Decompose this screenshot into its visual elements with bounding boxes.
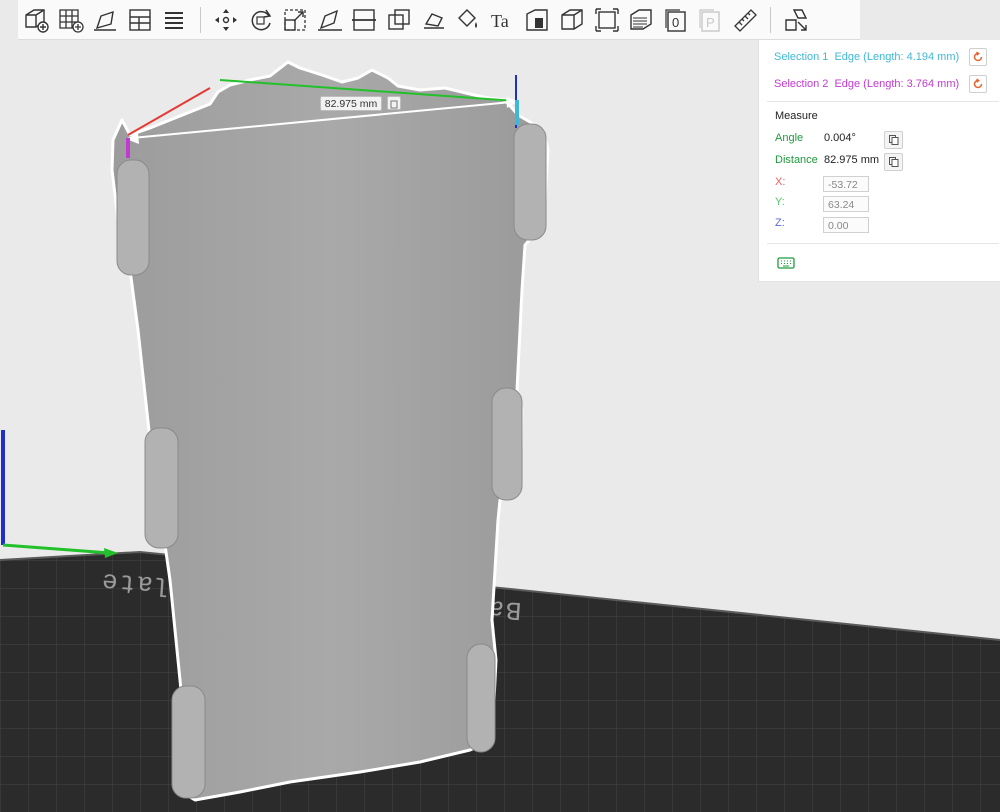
cut-icon	[352, 8, 377, 31]
model-tab	[144, 427, 179, 549]
add-object-icon	[25, 8, 49, 33]
y-label: Y:	[775, 196, 785, 208]
move-icon	[214, 8, 237, 31]
model-tab	[116, 159, 150, 276]
keyboard-icon	[777, 257, 795, 269]
measure-icon	[733, 8, 757, 32]
color-paint-button[interactable]	[452, 4, 484, 36]
main-toolbar: Ta 0 P	[18, 0, 860, 40]
copy-icon	[888, 135, 898, 145]
layout-button[interactable]	[124, 4, 156, 36]
assemble-view-button[interactable]	[780, 4, 812, 36]
toolbar-separator	[770, 6, 772, 33]
measure-panel: Selection 1 Edge (Length: 4.194 mm) Sele…	[758, 40, 1000, 282]
y-value-field[interactable]: 63.24	[823, 196, 869, 212]
layers-menu-button[interactable]	[158, 4, 190, 36]
zero-button[interactable]: 0	[660, 4, 692, 36]
copy-icon	[390, 100, 398, 109]
layout-icon	[129, 8, 151, 31]
panel-divider	[767, 243, 999, 244]
copy-distance-button[interactable]	[884, 153, 903, 171]
model-tab	[513, 123, 547, 241]
selection-1-row[interactable]: Selection 1 Edge (Length: 4.194 mm)	[774, 47, 959, 67]
assembly-button[interactable]	[556, 4, 588, 36]
reset-selection-2-button[interactable]	[969, 75, 987, 93]
emboss-icon	[526, 8, 549, 31]
scale-icon	[284, 8, 306, 31]
model-tab	[171, 685, 206, 799]
toolbar-separator	[199, 6, 201, 33]
copy-icon	[888, 157, 898, 167]
distance-label: Distance	[775, 154, 818, 166]
add-object-button[interactable]	[20, 4, 52, 36]
angle-value: 0.004°	[824, 132, 856, 144]
x-value-field[interactable]: -53.72	[823, 176, 869, 192]
model-tab	[466, 643, 496, 753]
svg-text:0: 0	[672, 15, 679, 30]
copy-angle-button[interactable]	[884, 131, 903, 149]
auto-orient-icon	[94, 10, 117, 31]
keyboard-shortcuts-button[interactable]	[777, 256, 795, 270]
fit-view-icon	[594, 7, 619, 32]
p-button[interactable]: P	[694, 4, 726, 36]
p-icon: P	[699, 8, 720, 32]
boolean-icon	[388, 8, 410, 30]
auto-orient-button[interactable]	[89, 4, 121, 36]
support-paint-button[interactable]	[418, 4, 450, 36]
cut-button[interactable]	[348, 4, 380, 36]
selection-2-value: Edge (Length: 3.764 mm)	[834, 78, 960, 90]
support-paint-icon	[423, 12, 444, 29]
text-icon: Ta	[491, 11, 509, 31]
rotate-button[interactable]	[245, 4, 277, 36]
reset-icon	[973, 51, 983, 62]
svg-text:P: P	[706, 15, 715, 30]
move-button[interactable]	[210, 4, 242, 36]
z-value-field[interactable]: 0.00	[823, 217, 869, 233]
color-paint-icon	[458, 8, 478, 28]
variable-layer-icon	[630, 8, 652, 30]
svg-text:Ta: Ta	[491, 11, 509, 31]
model-tab	[491, 387, 523, 501]
distance-value: 82.975 mm	[824, 154, 880, 166]
rotate-icon	[251, 9, 271, 30]
selection-2-label: Selection 2	[774, 78, 829, 90]
arrange-grid-button[interactable]	[55, 4, 87, 36]
distance-dimension-label: 82.975 mm	[320, 96, 382, 111]
z-label: Z:	[775, 217, 785, 229]
layers-menu-icon	[165, 11, 184, 29]
scale-button[interactable]	[279, 4, 311, 36]
selection-1-label: Selection 1	[774, 51, 829, 63]
angle-label: Angle	[775, 132, 804, 144]
boolean-button[interactable]	[383, 4, 415, 36]
x-label: X:	[775, 176, 786, 188]
lay-on-face-icon	[317, 9, 342, 31]
assemble-view-icon	[785, 8, 808, 31]
text-button[interactable]: Ta	[487, 4, 519, 36]
arrange-grid-icon	[58, 8, 84, 33]
copy-dimension-button[interactable]	[387, 96, 401, 110]
selection-1-value: Edge (Length: 4.194 mm)	[834, 51, 960, 63]
reset-selection-1-button[interactable]	[969, 48, 987, 66]
variable-layer-button[interactable]	[625, 4, 657, 36]
panel-divider	[767, 101, 999, 102]
measure-section-title: Measure	[775, 110, 818, 122]
assembly-icon	[561, 8, 583, 30]
measure-button[interactable]	[729, 4, 761, 36]
fit-view-button[interactable]	[591, 4, 623, 36]
lay-on-face-button[interactable]	[314, 4, 346, 36]
selection-2-row[interactable]: Selection 2 Edge (Length: 3.764 mm)	[774, 74, 959, 94]
reset-icon	[973, 78, 983, 89]
emboss-button[interactable]	[521, 4, 553, 36]
zero-icon: 0	[665, 8, 686, 32]
